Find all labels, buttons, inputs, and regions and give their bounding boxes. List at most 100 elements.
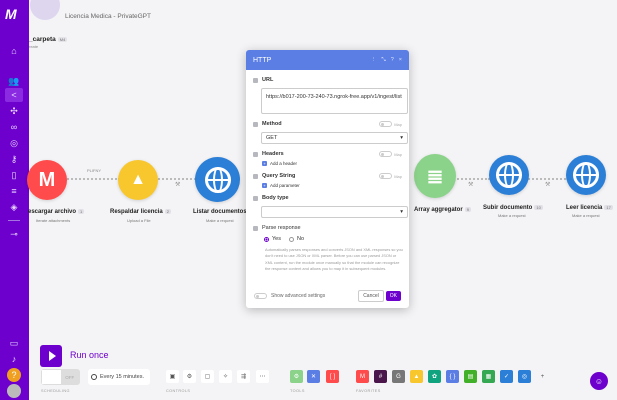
scenario-name[interactable]: _carpeta M4 xyxy=(29,36,68,43)
google-docs-icon[interactable]: ▤ xyxy=(464,370,477,383)
flow-icon[interactable]: ✕ xyxy=(307,370,320,383)
checkmark-icon[interactable]: ✓ xyxy=(500,370,513,383)
key-icon[interactable]: ⚷ xyxy=(7,152,21,166)
save-icon[interactable]: ▣ xyxy=(166,370,179,383)
share-icon[interactable]: < xyxy=(5,88,23,102)
wrench-icon[interactable]: ⚒ xyxy=(175,181,180,188)
dialog-title: HTTP xyxy=(253,56,272,64)
make-logo[interactable]: M xyxy=(5,6,17,22)
help-icon[interactable]: ? xyxy=(7,368,21,382)
array-aggregator-node[interactable]: ≣ xyxy=(414,154,456,198)
tools-icon[interactable]: ⚙ xyxy=(290,370,303,383)
map-toggle[interactable]: Map xyxy=(379,121,402,127)
bell-icon[interactable]: ♪ xyxy=(7,352,21,366)
book-icon[interactable]: ▭ xyxy=(7,336,21,350)
method-select[interactable]: GET ▾ xyxy=(261,132,408,144)
dialog-body[interactable]: URL https://b017-200-73-240-73.ngrok-fre… xyxy=(246,70,409,284)
more-icon[interactable]: ⋮ xyxy=(371,57,377,64)
body-type-select[interactable]: ▾ xyxy=(261,206,408,218)
slack-icon[interactable]: # xyxy=(374,370,387,383)
flow-icon[interactable]: ⊸ xyxy=(7,227,21,241)
collapse-icon[interactable] xyxy=(253,225,258,231)
ok-button[interactable]: OK xyxy=(385,291,401,301)
collapse-icon[interactable] xyxy=(253,121,258,127)
body-type-section: Body type xyxy=(253,195,402,201)
user-avatar-icon[interactable] xyxy=(7,384,21,398)
puzzle-icon[interactable]: ✣ xyxy=(7,104,21,118)
node-sub: Make a request xyxy=(498,213,526,218)
node-sub: Make a request xyxy=(206,218,234,223)
toggle-switch[interactable] xyxy=(379,121,393,127)
chat-help-icon[interactable]: ☺ xyxy=(590,372,608,390)
json-icon[interactable]: { } xyxy=(446,370,459,383)
magic-wand-icon[interactable]: ✧ xyxy=(219,370,232,383)
google-icon[interactable]: G xyxy=(392,370,405,383)
node-label: Array aggregator 9 xyxy=(414,207,471,214)
text-parser-icon[interactable]: [ ] xyxy=(326,370,339,383)
dialog-footer: Show advanced settings Cancel OK xyxy=(246,284,409,308)
advanced-toggle[interactable] xyxy=(254,293,267,299)
scheduling-toggle[interactable]: OFF xyxy=(41,369,80,385)
http-node-selected[interactable] xyxy=(195,157,240,202)
node-sub: Iterate attachments xyxy=(36,218,71,223)
run-once-label[interactable]: Run once xyxy=(70,350,109,360)
cube-icon[interactable]: ◈ xyxy=(7,200,21,214)
parse-response-section: Parse response xyxy=(253,225,402,231)
scenario-avatar[interactable] xyxy=(30,0,60,20)
dialog-header: HTTP ⋮ ⤡ ? × xyxy=(246,50,409,70)
database-icon[interactable]: ≡ xyxy=(7,184,21,198)
help-icon[interactable]: ? xyxy=(391,57,394,64)
close-icon[interactable]: × xyxy=(399,57,402,64)
url-field[interactable]: https://b017-200-73-240-73.ngrok-free.ap… xyxy=(261,88,408,114)
toggle-switch[interactable] xyxy=(379,173,393,179)
http-node[interactable] xyxy=(566,155,606,195)
more-icon[interactable]: ⋯ xyxy=(256,370,269,383)
add-header-button[interactable]: + Add a header xyxy=(262,161,402,166)
phone-icon[interactable]: ▯ xyxy=(7,168,21,182)
chevron-down-icon: ▾ xyxy=(400,135,403,141)
run-once-button[interactable] xyxy=(40,345,62,367)
team-icon[interactable]: 👥 xyxy=(7,74,21,88)
collapse-icon[interactable] xyxy=(253,195,258,201)
advanced-settings-label[interactable]: Show advanced settings xyxy=(271,293,325,299)
http-globe-icon[interactable]: ◎ xyxy=(518,370,531,383)
map-toggle[interactable]: Map xyxy=(379,151,402,157)
expand-icon[interactable]: ⤡ xyxy=(381,57,385,64)
google-drive-icon[interactable]: ▲ xyxy=(410,370,423,383)
filter-label[interactable]: PLIFNY xyxy=(87,168,101,173)
openai-icon[interactable]: ✿ xyxy=(428,370,441,383)
google-drive-node[interactable]: ▲ xyxy=(118,160,158,200)
wrench-icon[interactable]: ⚒ xyxy=(468,181,473,188)
globe-icon[interactable]: ◎ xyxy=(7,136,21,150)
radio-no[interactable]: No xyxy=(288,236,304,242)
connection-line xyxy=(60,178,120,182)
breadcrumb[interactable]: Licencia Medica - PrivateGPT xyxy=(65,13,151,20)
collapse-icon[interactable] xyxy=(253,77,258,83)
radio-yes[interactable]: Yes xyxy=(264,236,281,242)
link-icon[interactable]: ∞ xyxy=(7,120,21,134)
gmail-icon[interactable]: M xyxy=(356,370,369,383)
add-favorite-button[interactable]: + xyxy=(536,370,549,383)
settings-icon[interactable]: ⚙ xyxy=(183,370,196,383)
flow-control-icon[interactable]: ⇶ xyxy=(237,370,250,383)
wrench-icon[interactable]: ⚒ xyxy=(545,181,550,188)
collapse-icon[interactable] xyxy=(253,173,258,179)
google-sheets-icon[interactable]: ▦ xyxy=(482,370,495,383)
http-module-dialog: HTTP ⋮ ⤡ ? × URL https://b017-200-73-240… xyxy=(246,50,409,308)
http-node[interactable] xyxy=(489,155,529,195)
node-label: Subir documento 10 xyxy=(483,205,543,212)
gmail-node[interactable]: M xyxy=(27,160,67,200)
map-toggle[interactable]: Map xyxy=(379,173,402,179)
toggle-switch[interactable] xyxy=(379,151,393,157)
collapse-icon[interactable] xyxy=(253,151,258,157)
notes-icon[interactable]: ▢ xyxy=(201,370,214,383)
caption-tools: TOOLS xyxy=(290,389,305,393)
cancel-button[interactable]: Cancel xyxy=(358,290,384,302)
add-parameter-button[interactable]: + Add parameter xyxy=(262,183,402,188)
caption-favorites: FAVORITES xyxy=(356,389,381,393)
plus-icon: + xyxy=(262,183,267,188)
schedule-setting[interactable]: Every 15 minutes. xyxy=(88,369,150,385)
node-sub: Upload a File xyxy=(127,218,151,223)
url-section: URL xyxy=(253,77,402,83)
home-icon[interactable]: ⌂ xyxy=(7,44,21,58)
